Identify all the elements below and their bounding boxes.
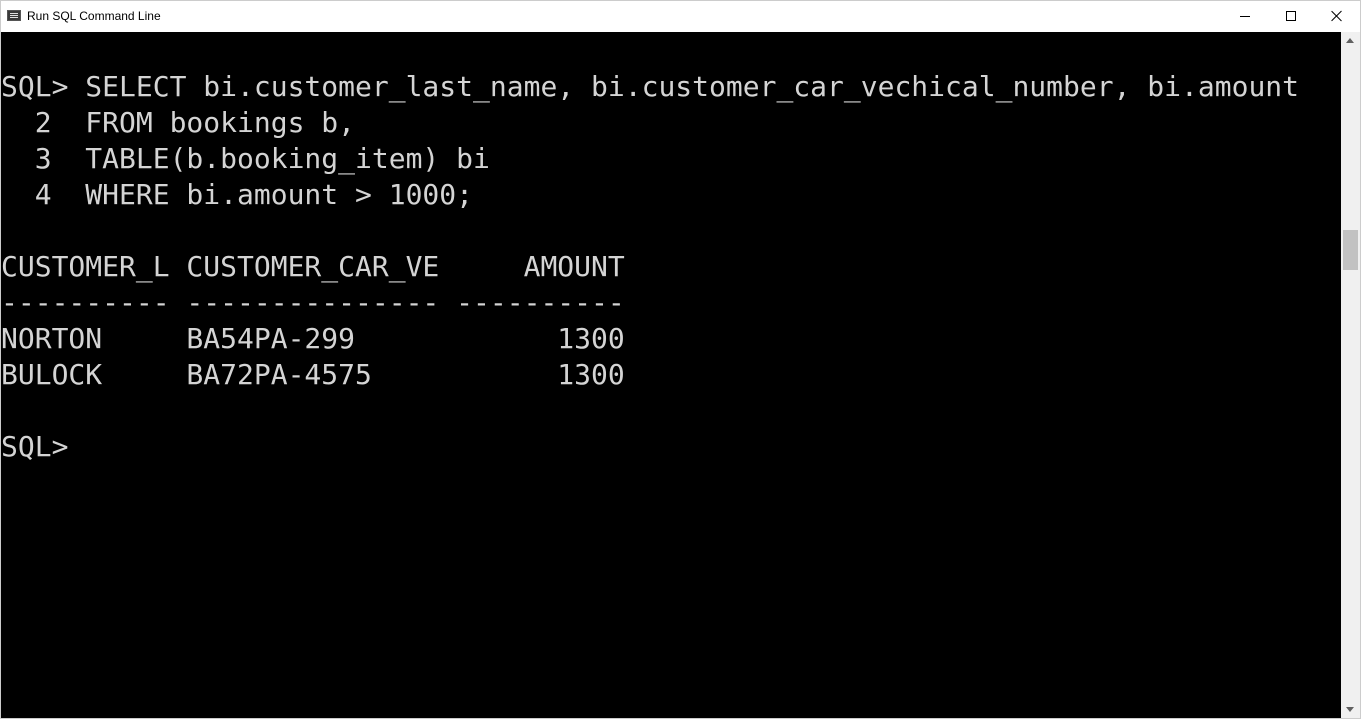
- window-title: Run SQL Command Line: [27, 9, 161, 23]
- close-button[interactable]: [1314, 1, 1360, 32]
- result-row: BULOCK BA72PA-4575 1300: [1, 358, 625, 391]
- minimize-icon: [1240, 16, 1250, 17]
- console-output[interactable]: SQL> SELECT bi.customer_last_name, bi.cu…: [1, 32, 1341, 718]
- scroll-thumb[interactable]: [1343, 230, 1358, 270]
- vertical-scrollbar[interactable]: [1341, 32, 1360, 718]
- maximize-button[interactable]: [1268, 1, 1314, 32]
- scroll-down-arrow-icon[interactable]: [1346, 707, 1354, 712]
- maximize-icon: [1286, 11, 1296, 21]
- sql-app-icon[interactable]: [7, 10, 21, 21]
- minimize-button[interactable]: [1222, 1, 1268, 32]
- sql-line-3: 3 TABLE(b.booking_item) bi: [1, 142, 490, 175]
- close-icon: [1331, 10, 1343, 22]
- title-bar[interactable]: Run SQL Command Line: [1, 1, 1360, 32]
- sql-prompt[interactable]: SQL>: [1, 429, 68, 465]
- sql-line-2: 2 FROM bookings b,: [1, 106, 356, 139]
- window-controls: [1222, 1, 1360, 32]
- scroll-up-arrow-icon[interactable]: [1346, 38, 1354, 43]
- sql-command-line-window: Run SQL Command Line SQL> SELECT bi.cust…: [0, 0, 1361, 719]
- sql-prompt-select-line: SQL> SELECT bi.customer_last_name, bi.cu…: [1, 70, 1300, 103]
- result-header-line: CUSTOMER_L CUSTOMER_CAR_VE AMOUNT: [1, 250, 625, 283]
- result-separator-line: ---------- --------------- ----------: [1, 286, 625, 319]
- sql-line-4: 4 WHERE bi.amount > 1000;: [1, 178, 474, 211]
- result-row: NORTON BA54PA-299 1300: [1, 322, 625, 355]
